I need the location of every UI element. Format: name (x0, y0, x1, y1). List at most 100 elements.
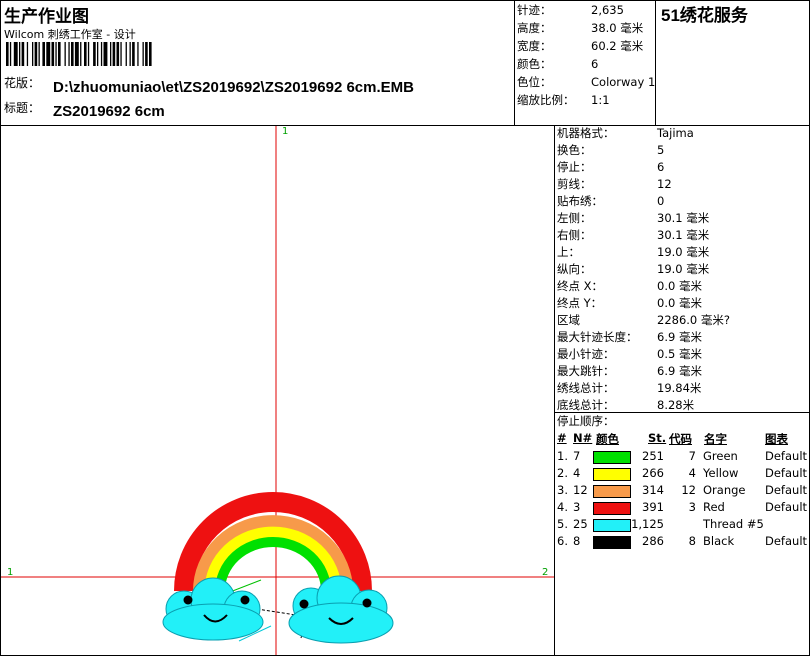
stat-row: 停止： 6 (557, 159, 807, 176)
stop-index: 4. (557, 500, 568, 514)
barcode-bar (38, 42, 40, 66)
stat-value: 2286.0 毫米? (657, 313, 730, 327)
summary-label: 宽度： (517, 39, 552, 53)
barcode-bar (21, 42, 25, 66)
barcode-bar (137, 42, 139, 66)
stop-needle: 3 (573, 500, 581, 514)
color-swatch (593, 502, 631, 515)
stat-row: 左侧： 30.1 毫米 (557, 210, 807, 227)
barcode-bar (84, 42, 87, 66)
barcode-bar (103, 42, 108, 66)
stop-code: 3 (688, 500, 696, 514)
summary-label: 色位： (517, 75, 552, 89)
stat-value: Tajima (657, 126, 694, 140)
summary-value: 2,635 (591, 3, 624, 17)
stat-label: 最大针迹长度： (557, 330, 638, 344)
color-swatch (593, 536, 631, 549)
stop-stitches: 266 (642, 466, 664, 480)
marker-right: 2 (542, 567, 548, 578)
stat-label: 区域 (557, 313, 580, 327)
stop-stitches: 314 (642, 483, 664, 497)
stop-name: Thread #5 (703, 517, 764, 531)
color-swatch (593, 519, 631, 532)
stat-label: 左侧： (557, 211, 592, 225)
stat-row: 最小针迹： 0.5 毫米 (557, 346, 807, 363)
stat-label: 终点 Y： (557, 296, 603, 310)
barcode-bar (55, 42, 57, 66)
stop-chart: Default (765, 500, 808, 514)
stop-index: 6. (557, 534, 568, 548)
stat-label: 停止： (557, 160, 592, 174)
marker-left: 1 (7, 567, 13, 578)
col-name: 名字 (704, 432, 727, 446)
stat-label: 最大跳针： (557, 364, 615, 378)
barcode-bar (132, 42, 135, 66)
color-swatch (593, 485, 631, 498)
summary-value: 60.2 毫米 (591, 39, 644, 53)
stat-row: 区域 2286.0 毫米? (557, 312, 807, 329)
stop-row: 3. 12 314 12 Orange Default (557, 483, 807, 500)
barcode-bar (87, 42, 90, 66)
barcode-bar (93, 42, 96, 66)
barcode-bar (64, 42, 66, 66)
stat-row: 终点 X： 0.0 毫米 (557, 278, 807, 295)
stop-code: 4 (688, 466, 696, 480)
stop-name: Yellow (703, 466, 739, 480)
col-stitches: St. (648, 431, 667, 445)
stop-needle: 12 (573, 483, 588, 497)
stop-stitches: 1,125 (631, 517, 664, 531)
stop-chart: Default (765, 466, 808, 480)
barcode-bar (80, 42, 82, 66)
summary-label: 颜色： (517, 57, 552, 71)
barcode-bar (42, 42, 45, 66)
title-value: ZS2019692 6cm (53, 103, 165, 120)
brand-name: 51绣花服务 (661, 6, 748, 25)
stat-value: 6.9 毫米 (657, 330, 702, 344)
barcode-bar (116, 42, 120, 66)
stat-label: 绣线总计： (557, 381, 615, 395)
page-subtitle: Wilcom 刺绣工作室 - 设计 (4, 28, 136, 41)
stat-label: 机器格式： (557, 126, 615, 140)
stat-row: 绣线总计： 19.84米 (557, 380, 807, 397)
summary-value: 38.0 毫米 (591, 21, 644, 35)
stat-row: 最大针迹长度： 6.9 毫米 (557, 329, 807, 346)
stop-needle: 4 (573, 466, 581, 480)
summary-label: 缩放比例： (517, 93, 575, 107)
barcode-bar (58, 42, 61, 66)
col-index: # (557, 431, 567, 445)
col-needle: N# (573, 431, 593, 445)
stat-row: 右侧： 30.1 毫米 (557, 227, 807, 244)
stop-row: 5. 25 1,125 Thread #5 (557, 517, 807, 534)
stat-label: 终点 X： (557, 279, 604, 293)
stop-needle: 25 (573, 517, 588, 531)
stat-label: 右侧： (557, 228, 592, 242)
stop-name: Orange (703, 483, 746, 497)
stat-label: 纵向： (557, 262, 592, 276)
barcode-bar (149, 42, 152, 66)
stop-index: 5. (557, 517, 568, 531)
barcode (6, 42, 152, 66)
stat-value: 8.28米 (657, 398, 695, 412)
stat-value: 0.0 毫米 (657, 296, 702, 310)
stop-stitches: 391 (642, 500, 664, 514)
stat-value: 0.0 毫米 (657, 279, 702, 293)
summary-label: 高度： (517, 21, 552, 35)
stop-code: 7 (688, 449, 696, 463)
page-title: 生产作业图 (4, 7, 89, 27)
col-code: 代码 (669, 432, 692, 446)
stat-value: 5 (657, 143, 665, 157)
stop-row: 4. 3 391 3 Red Default (557, 500, 807, 517)
summary-value: 1:1 (591, 93, 610, 107)
barcode-bar (26, 42, 29, 66)
stat-value: 0.5 毫米 (657, 347, 702, 361)
stop-name: Green (703, 449, 738, 463)
stop-name: Black (703, 534, 735, 548)
right-cloud (288, 575, 394, 644)
stat-label: 上： (557, 245, 580, 259)
stat-value: 12 (657, 177, 672, 191)
stop-row: 2. 4 266 4 Yellow Default (557, 466, 807, 483)
summary-value: 6 (591, 57, 599, 71)
stat-value: 19.84米 (657, 381, 702, 395)
stop-needle: 7 (573, 449, 581, 463)
color-swatch (593, 451, 631, 464)
